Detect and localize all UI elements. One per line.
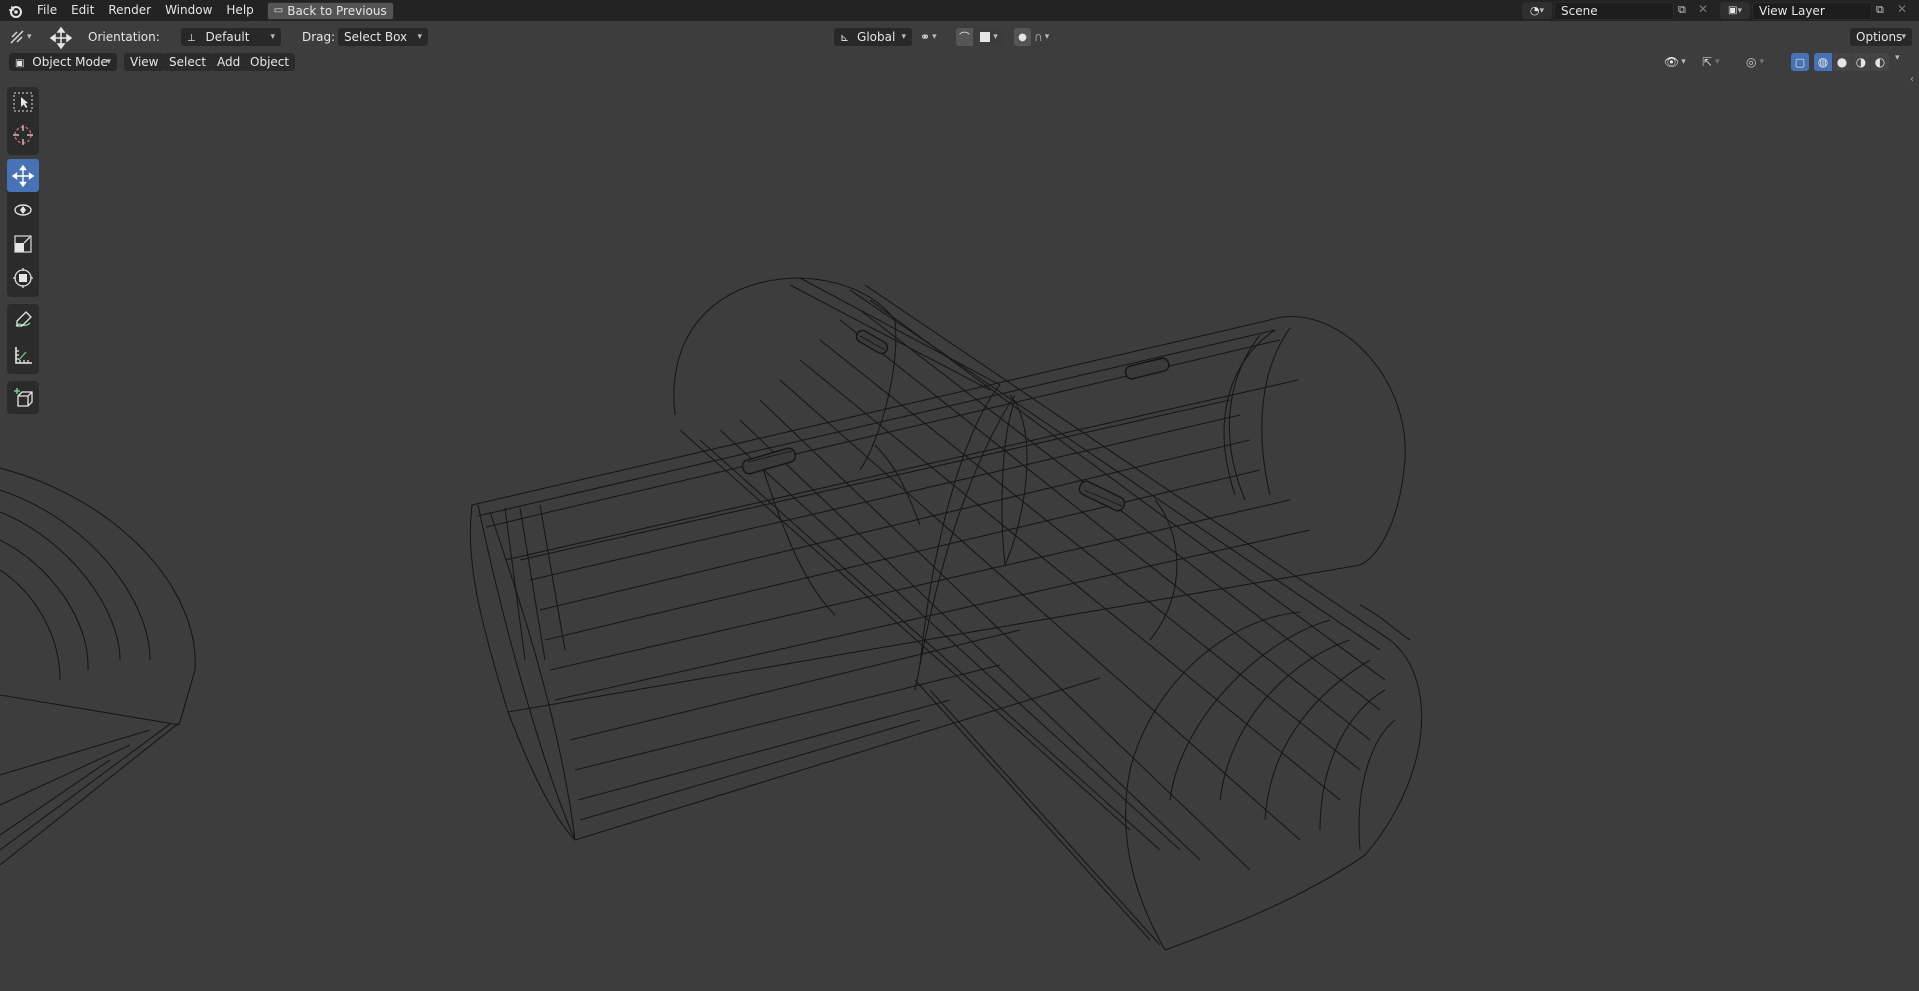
cylinder-a-right-cap-lines xyxy=(1228,327,1291,501)
solid-shading-icon[interactable]: ● xyxy=(1833,53,1851,71)
scene-icon: ◔ xyxy=(1529,4,1540,17)
cylinder-b-near-cap xyxy=(1164,639,1423,951)
mode-dropdown[interactable]: ▣ Object Mode ▾ xyxy=(9,53,117,71)
new-scene-icon[interactable]: ⧉ xyxy=(1678,3,1686,17)
menu-edit[interactable]: Edit xyxy=(64,0,101,21)
blender-logo-icon[interactable] xyxy=(0,0,30,21)
screen-icon: ▭ xyxy=(273,4,284,16)
delete-view-layer-icon[interactable]: ✕ xyxy=(1897,2,1907,16)
snap-toggle-icon[interactable]: ⌒ xyxy=(956,28,973,46)
scene-selector[interactable]: ◔ ▾ xyxy=(1522,2,1552,19)
transform-tool[interactable] xyxy=(7,263,39,292)
material-shading-icon[interactable]: ◑ xyxy=(1852,53,1870,71)
cylinder-a-left-cap-lines xyxy=(489,504,576,841)
snap-target-icon[interactable]: ▾ xyxy=(974,28,1004,46)
scale-icon xyxy=(14,234,32,253)
drag-dropdown[interactable]: Select Box ▾ xyxy=(338,28,428,46)
rendered-shading-icon[interactable]: ◐ xyxy=(1871,53,1889,71)
view-layer-icon: ▣ xyxy=(1728,5,1738,16)
falloff-icon[interactable]: ∩ ▾ xyxy=(1034,28,1064,46)
toolbar-panel-transform xyxy=(7,159,39,297)
handle-object-1 xyxy=(855,329,889,355)
delete-scene-icon[interactable]: ✕ xyxy=(1698,2,1708,16)
move-tool[interactable] xyxy=(7,159,39,192)
move-tool-icon[interactable] xyxy=(49,26,73,52)
measure-tool[interactable] xyxy=(7,340,39,369)
gizmo-toggle-icon[interactable]: ⇱ ▾ xyxy=(1702,53,1738,71)
transform-orientation-dropdown[interactable]: ⊾ Global ▾ xyxy=(834,28,912,46)
cylinder-a-body-lines xyxy=(519,399,1311,821)
back-to-previous-button[interactable]: ▭ Back to Previous xyxy=(266,1,394,20)
orientation-icon: ⊥ xyxy=(187,33,196,44)
object-mode-icon: ▣ xyxy=(15,58,25,69)
view-layer-selector[interactable]: ▣ ▾ xyxy=(1720,2,1750,19)
intersection-curve-2 xyxy=(1004,394,1028,566)
scale-tool[interactable] xyxy=(7,229,39,258)
add-cube-tool[interactable] xyxy=(7,383,39,412)
cursor-icon xyxy=(13,124,33,145)
add-cube-icon xyxy=(14,387,33,407)
select-menu[interactable]: Select xyxy=(163,53,213,71)
viewport-wireframe[interactable] xyxy=(0,0,1919,991)
toolbar-panel-annotate xyxy=(7,304,39,374)
left-cylinder-rings xyxy=(0,489,171,851)
menu-file[interactable]: File xyxy=(30,0,64,21)
move-icon xyxy=(11,164,35,187)
select-box-tool[interactable] xyxy=(7,87,39,116)
cylinder-b-body-lines xyxy=(679,299,1386,946)
new-view-layer-icon[interactable]: ⧉ xyxy=(1876,3,1884,17)
add-menu[interactable]: Add xyxy=(211,53,247,71)
top-menu-bar: File Edit Render Window Help ▭ Back to P… xyxy=(0,0,1919,21)
menu-help[interactable]: Help xyxy=(219,0,260,21)
overlay-toggle-icon[interactable]: ◎ ▾ xyxy=(1746,53,1782,71)
cylinder-a-left-cap xyxy=(469,504,576,841)
orientation-label: Orientation: xyxy=(88,30,160,44)
cursor-tool[interactable] xyxy=(7,120,39,149)
sidebar-toggle-icon[interactable]: ‹ xyxy=(1910,74,1914,85)
wireframe-shading-icon[interactable]: ◍ xyxy=(1814,53,1832,71)
viewport-header: ▣ Object Mode ▾ View Select Add Object 👁… xyxy=(0,52,1919,85)
global-axis-icon: ⊾ xyxy=(840,31,850,44)
options-dropdown[interactable]: Options ▾ xyxy=(1850,28,1912,46)
menu-window[interactable]: Window xyxy=(158,0,219,21)
object-menu[interactable]: Object xyxy=(244,53,296,71)
visibility-icon[interactable]: 👁 ▾ xyxy=(1664,53,1694,71)
annotate-tool[interactable] xyxy=(7,305,39,334)
rotate-icon xyxy=(14,203,32,216)
cylinder-b-edge-top xyxy=(864,284,1391,641)
handle-object-3 xyxy=(741,447,797,475)
orientation-dropdown[interactable]: ⊥ Default ▾ xyxy=(181,28,281,46)
measure-icon xyxy=(15,346,32,364)
toolbar-panel-add xyxy=(7,381,39,414)
xray-toggle-icon[interactable]: ▢ xyxy=(1791,53,1809,71)
pivot-point-icon[interactable]: ⚭ ▾ xyxy=(920,28,946,46)
select-box-icon xyxy=(13,92,33,111)
transform-icon xyxy=(13,267,33,288)
editor-type-icon[interactable]: ▾ xyxy=(9,28,39,46)
annotate-icon xyxy=(15,310,32,327)
cylinder-a-right-cap xyxy=(1269,316,1406,566)
shading-options-icon[interactable]: ▾ xyxy=(1895,53,1900,63)
view-menu[interactable]: View xyxy=(124,53,165,71)
menu-render[interactable]: Render xyxy=(101,0,158,21)
view-layer-name-field[interactable]: View Layer xyxy=(1752,2,1872,20)
toolbar-panel-select xyxy=(7,87,39,155)
drag-label: Drag: xyxy=(302,30,336,44)
proportional-edit-icon[interactable]: ● xyxy=(1014,28,1031,46)
scene-name-field[interactable]: Scene xyxy=(1554,2,1674,20)
left-cylinder-edge xyxy=(0,467,196,866)
tool-settings-bar: ▾ Orientation: ⊥ Default ▾ Drag: Select … xyxy=(0,21,1919,53)
intersection-curve-1 xyxy=(914,394,1016,691)
rotate-tool[interactable] xyxy=(7,195,39,224)
